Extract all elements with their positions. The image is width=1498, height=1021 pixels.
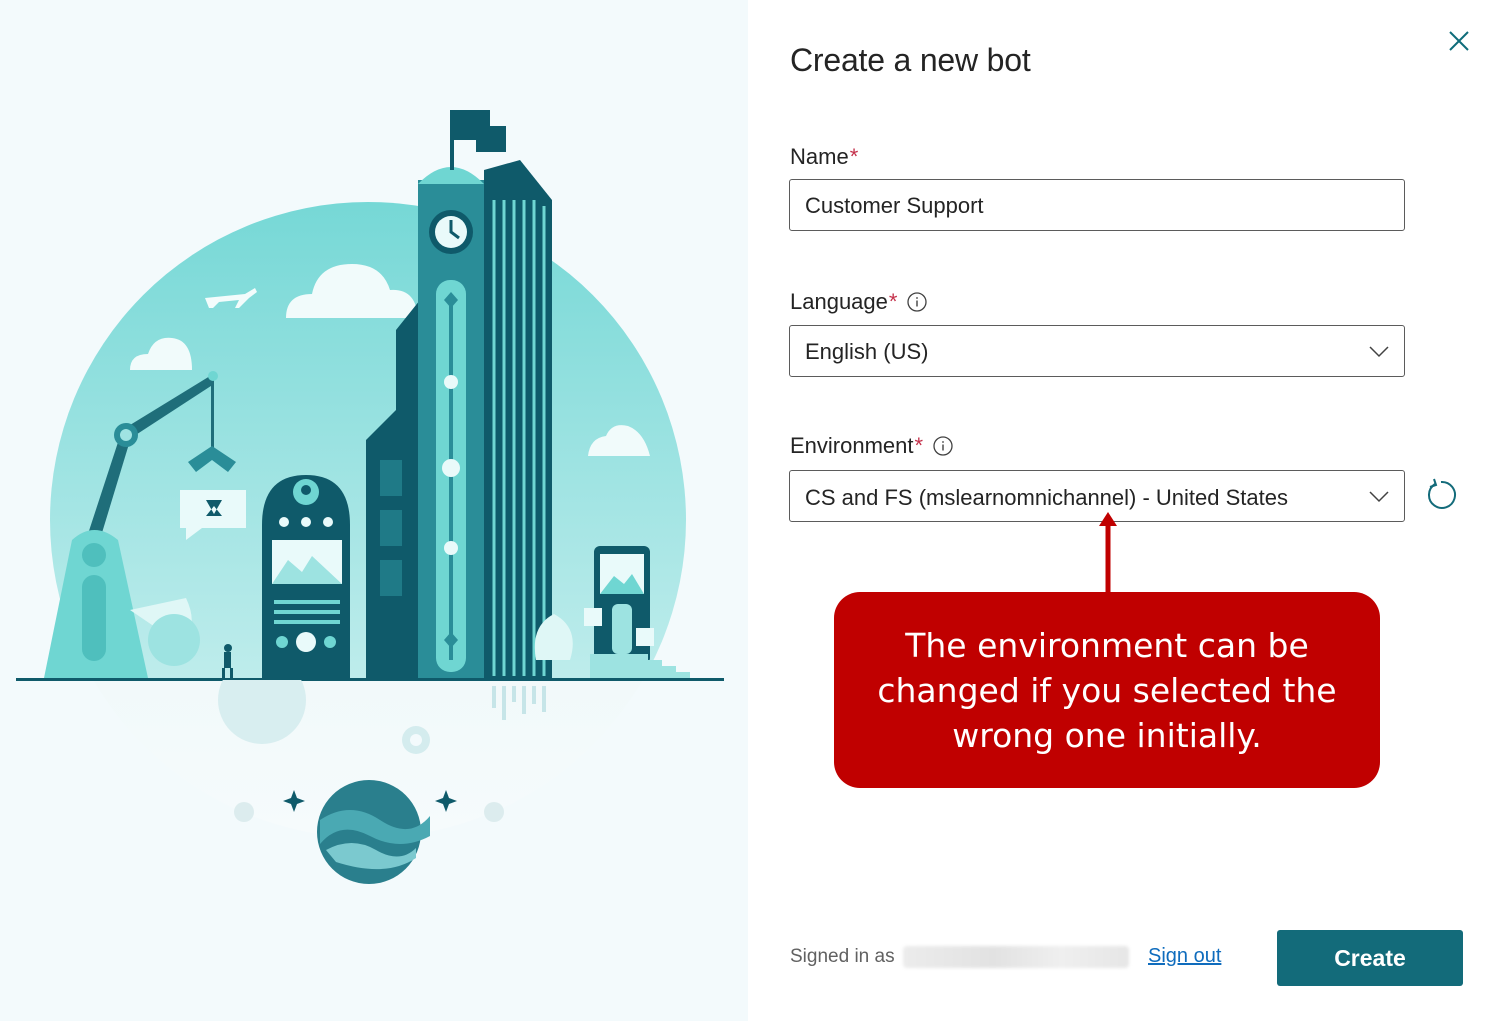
city-illustration xyxy=(16,110,724,884)
callout-arrow xyxy=(1099,512,1117,594)
signed-in-label: Signed in as xyxy=(790,946,895,967)
callout-box: The environment can be changed if you se… xyxy=(834,592,1380,788)
required-mark: * xyxy=(914,433,924,458)
redacted-email xyxy=(902,946,1129,968)
required-mark: * xyxy=(888,289,898,314)
environment-label-text: Environment xyxy=(790,433,914,458)
create-button[interactable]: Create xyxy=(1277,930,1463,986)
callout-text: The environment can be changed if you se… xyxy=(877,625,1337,755)
language-label-text: Language xyxy=(790,289,888,314)
refresh-icon[interactable] xyxy=(1424,478,1458,512)
dialog-title: Create a new bot xyxy=(790,42,1031,78)
info-icon[interactable] xyxy=(933,436,953,456)
name-input[interactable]: Customer Support xyxy=(789,179,1405,231)
language-dropdown[interactable]: English (US) xyxy=(789,325,1405,377)
signed-in-info: Signed in as xyxy=(790,946,1129,968)
required-mark: * xyxy=(849,144,859,169)
name-input-value: Customer Support xyxy=(805,193,984,218)
environment-label: Environment * xyxy=(790,433,953,459)
language-label: Language * xyxy=(790,289,928,315)
chevron-down-icon xyxy=(1369,491,1389,503)
language-dropdown-value: English (US) xyxy=(805,339,929,364)
chevron-down-icon xyxy=(1369,346,1389,358)
environment-dropdown-value: CS and FS (mslearnomnichannel) - United … xyxy=(805,485,1288,510)
environment-dropdown[interactable]: CS and FS (mslearnomnichannel) - United … xyxy=(789,470,1405,522)
sign-out-link[interactable]: Sign out xyxy=(1148,945,1221,968)
illustration-panel xyxy=(0,0,748,1021)
name-label: Name * xyxy=(790,144,858,170)
info-icon[interactable] xyxy=(907,292,928,312)
close-icon[interactable] xyxy=(1444,26,1474,56)
name-label-text: Name xyxy=(790,144,849,169)
